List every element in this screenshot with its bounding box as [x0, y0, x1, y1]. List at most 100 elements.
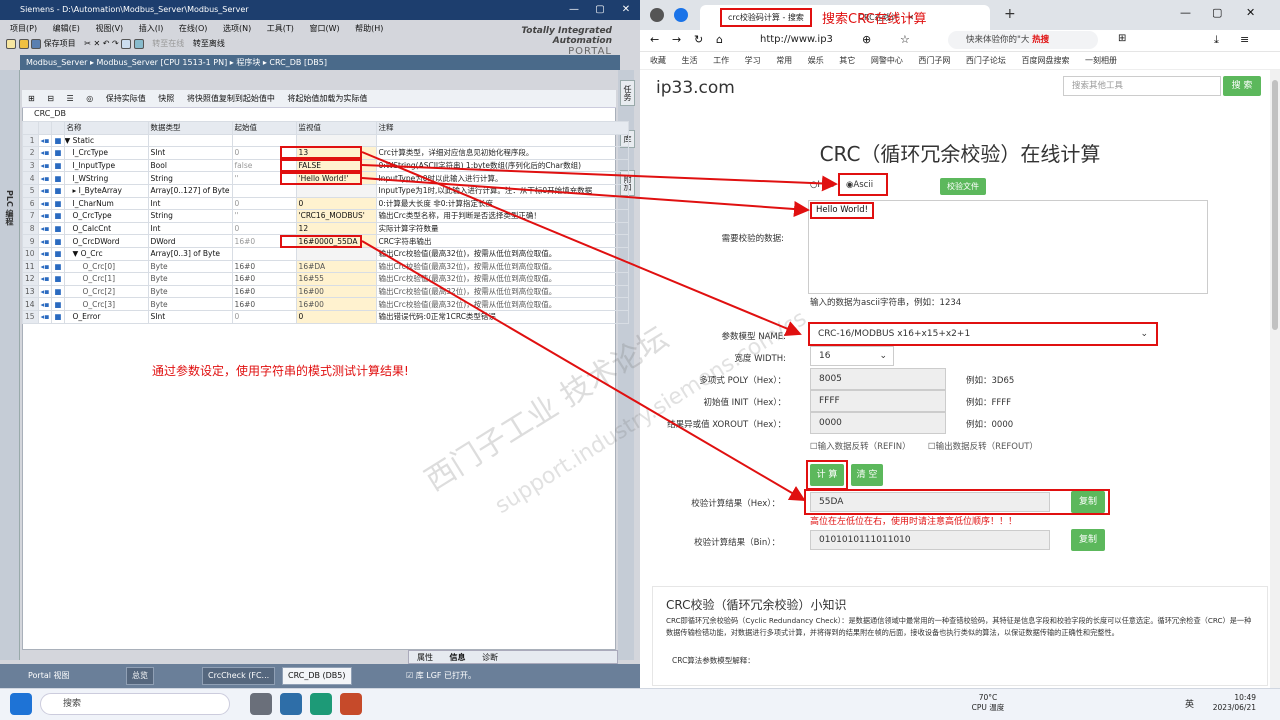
bin-result-field[interactable]: 0101010111011010	[810, 530, 1050, 550]
start-windows-icon[interactable]	[10, 693, 32, 715]
browser-search-field[interactable]: 快来体验你的"大 热搜	[948, 31, 1098, 49]
cell-type[interactable]: Array[0..3] of Byte	[147, 246, 233, 261]
list-icon[interactable]: ☰	[67, 94, 74, 103]
cell-start[interactable]: ''	[231, 209, 297, 223]
table-row[interactable]: 5 ◂▪ ■ ▸ I_ByteArray Array[0..127] of Byte In…	[22, 183, 629, 198]
task-crc-db[interactable]: CRC_DB (DB5)	[282, 667, 352, 685]
save-project-button[interactable]: 保存项目	[44, 39, 76, 48]
cell-start[interactable]: 16#0	[231, 297, 297, 311]
reload-icon[interactable]: ↻	[694, 33, 703, 46]
cell-comment[interactable]: CRC字符串输出	[375, 234, 629, 248]
cell-monitor[interactable]	[295, 246, 377, 261]
cell-name[interactable]: I_WString	[63, 171, 149, 185]
cell-name[interactable]: O_Crc[1]	[63, 272, 149, 286]
cell-name[interactable]: O_Crc[2]	[63, 284, 149, 299]
xorout-input[interactable]: 0000	[810, 412, 946, 434]
cell-type[interactable]: Bool	[147, 158, 233, 173]
maximize-icon[interactable]: ▢	[1212, 6, 1222, 19]
bookmark-police[interactable]: 网警中心	[871, 56, 903, 65]
calculate-button[interactable]: 计 算	[810, 464, 844, 486]
cell-comment[interactable]: 0:WString(ASCII字符串) 1:byte数组(序列化后的Char数组…	[375, 158, 629, 173]
cell-name[interactable]: I_CrcType	[63, 146, 149, 160]
cell-comment[interactable]: InputType为1时,以此输入进行计算。注：从下标0开始填充数据	[375, 183, 629, 198]
tab-diagnostics[interactable]: 诊断	[482, 653, 498, 662]
load-start-button[interactable]: 将起始值加载为实际值	[287, 94, 367, 103]
bookmark-baidu-pan[interactable]: 百度网盘搜索	[1021, 56, 1069, 65]
cell-monitor[interactable]	[295, 183, 377, 198]
close-button[interactable]: ✕	[612, 0, 640, 20]
bookmark-siemens-forum[interactable]: 西门子论坛	[966, 56, 1006, 65]
copy-snapshot-button[interactable]: 将快照值复制到起始值中	[187, 94, 275, 103]
add-row-icon[interactable]: ⊟	[47, 94, 54, 103]
cell-start[interactable]: ''	[231, 171, 297, 185]
breadcrumb[interactable]: Modbus_Server ▸ Modbus_Server [CPU 1513-…	[20, 55, 620, 70]
menu-edit[interactable]: 编辑(E)	[53, 24, 80, 33]
snapshot-button[interactable]: 快照	[158, 94, 174, 103]
cell-type[interactable]: Int	[147, 196, 233, 211]
bookmark-other[interactable]: 其它	[839, 56, 855, 65]
back-icon[interactable]: ←	[650, 33, 659, 46]
url-field[interactable]: http://www.ip3	[760, 31, 940, 49]
cell-monitor[interactable]: 16#0000_55DA	[295, 234, 377, 248]
site-search-input[interactable]: 搜索其他工具	[1063, 76, 1221, 96]
forward-icon[interactable]: →	[672, 33, 681, 46]
cell-monitor[interactable]: 16#00	[295, 297, 377, 311]
cell-type[interactable]: Array[0..127] of Byte	[147, 183, 233, 198]
cell-comment[interactable]: 输出Crc校验值(最高32位)，按需从低位到高位取值。	[375, 259, 629, 274]
cell-start[interactable]: false	[231, 158, 297, 173]
cell-name[interactable]: O_Error	[63, 309, 149, 324]
cell-monitor[interactable]: 0	[295, 309, 377, 324]
cell-monitor[interactable]: FALSE	[295, 158, 377, 173]
tab-properties[interactable]: 属性	[417, 653, 433, 662]
delete-icon[interactable]: ✕	[93, 39, 100, 48]
cell-type[interactable]: Byte	[147, 272, 233, 286]
bookmark-album[interactable]: 一刻相册	[1085, 56, 1117, 65]
table-row[interactable]: 8 ◂▪ ■ O_CalcCnt Int 0 12 实际计算字符数量	[22, 221, 629, 236]
cell-comment[interactable]: Crc计算类型，详细对应信息见初始化程序段。	[375, 146, 629, 160]
task-overview[interactable]: 总览	[126, 667, 154, 685]
cell-comment[interactable]: 输出Crc类型名称，用于判断是否选择类型正确！	[375, 209, 629, 223]
page-scrollbar[interactable]	[1270, 70, 1280, 688]
radio-hex[interactable]: ○Hex	[810, 180, 834, 190]
table-row[interactable]: 2 ◂▪ ■ I_CrcType SInt 0 13 Crc计算类型，详细对应信息见初始化程序…	[22, 146, 629, 160]
monitor-glasses-icon[interactable]: ◎	[86, 94, 93, 103]
init-input[interactable]: FFFF	[810, 390, 946, 412]
copy-hex-button[interactable]: 复制	[1071, 491, 1105, 513]
table-row[interactable]: 13 ◂▪ ■ O_Crc[2] Byte 16#0 16#00 输出Crc校验值(最高32位…	[22, 284, 629, 299]
cell-comment[interactable]: 输出错误代码:0正常1CRC类型错误	[375, 309, 629, 324]
cell-monitor[interactable]: 16#00	[295, 284, 377, 299]
cell-start[interactable]: 16#0	[231, 234, 297, 248]
open-folder-icon[interactable]	[18, 38, 29, 49]
site-logo[interactable]: ip33.com	[656, 78, 735, 98]
table-row[interactable]: 15 ◂▪ ■ O_Error SInt 0 0 输出错误代码:0正常1CRC类型错误	[22, 309, 629, 324]
cell-start[interactable]: 0	[231, 196, 297, 211]
undo-icon[interactable]: ↶	[103, 39, 110, 48]
cell-type[interactable]: String	[147, 209, 233, 223]
cell-type[interactable]: Byte	[147, 284, 233, 299]
powerpoint-icon[interactable]	[340, 693, 362, 715]
col-start[interactable]: 起始值	[231, 121, 297, 135]
go-offline-button[interactable]: 转至离线	[193, 39, 225, 48]
cell-type[interactable]	[147, 133, 233, 148]
menu-project[interactable]: 项目(P)	[10, 24, 37, 33]
cell-monitor[interactable]: 0	[295, 196, 377, 211]
col-comment[interactable]: 注释	[375, 121, 629, 135]
copy-bin-button[interactable]: 复制	[1071, 529, 1105, 551]
menu-icon[interactable]: ≡	[1240, 33, 1249, 46]
cell-name[interactable]: ▸ I_ByteArray	[63, 183, 149, 198]
cell-start[interactable]	[231, 246, 297, 261]
col-type[interactable]: 数据类型	[147, 121, 233, 135]
cell-start[interactable]	[231, 133, 297, 148]
cell-comment[interactable]: InputType为0时以此输入进行计算。	[375, 171, 629, 185]
table-row[interactable]: 14 ◂▪ ■ O_Crc[3] Byte 16#0 16#00 输出Crc校验值(最高32位…	[22, 297, 629, 311]
minimize-icon[interactable]: —	[1180, 6, 1191, 19]
cell-start[interactable]: 16#0	[231, 259, 297, 274]
left-side-tab[interactable]: PLC 编程	[0, 70, 20, 660]
menu-tools[interactable]: 工具(T)	[267, 24, 294, 33]
cell-name[interactable]: O_Crc[0]	[63, 259, 149, 274]
cell-comment[interactable]: 输出Crc校验值(最高32位)，按需从低位到高位取值。	[375, 272, 629, 286]
download-icon[interactable]: ⤓	[1214, 33, 1219, 47]
cell-name[interactable]: O_CrcType	[63, 209, 149, 223]
cell-name[interactable]: I_InputType	[63, 158, 149, 173]
download-icon[interactable]	[133, 38, 144, 49]
